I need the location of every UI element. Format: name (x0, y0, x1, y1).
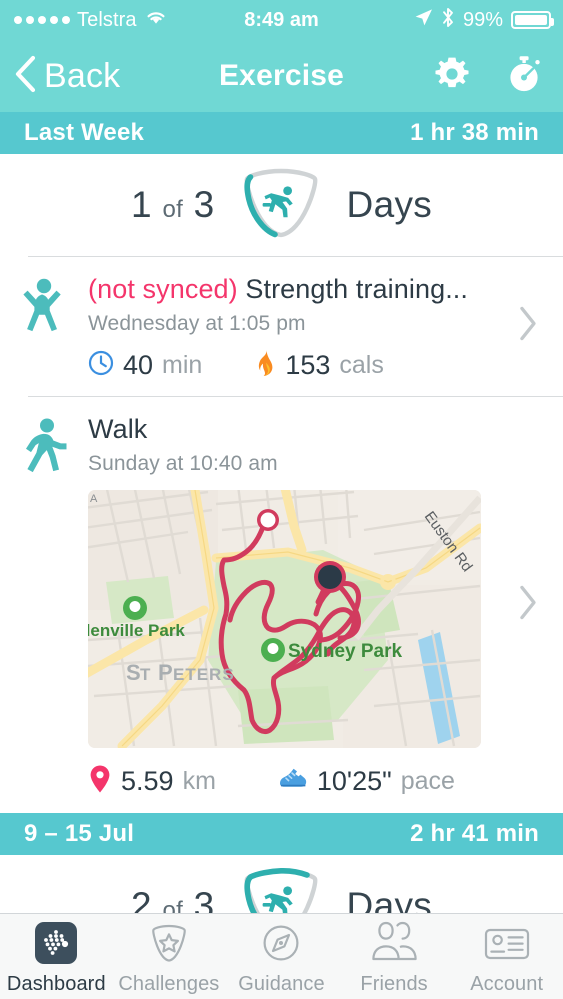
tab-bar: Dashboard Challenges Guidance Friends Ac… (0, 913, 563, 999)
not-synced-badge: (not synced) (88, 274, 238, 304)
exercise-entry-strength[interactable]: (not synced) Strength training... Wednes… (0, 257, 563, 396)
svg-text:T: T (140, 665, 151, 684)
location-arrow-icon (414, 8, 433, 33)
id-card-icon (482, 918, 532, 968)
entry-title: Walk (88, 413, 148, 444)
week-label: 9 – 15 Jul (24, 819, 135, 847)
strength-person-icon (0, 273, 88, 382)
shield-star-icon (147, 918, 191, 968)
svg-text:ETERS: ETERS (173, 665, 235, 684)
tab-label: Dashboard (6, 972, 106, 995)
bluetooth-icon (441, 7, 455, 34)
tab-friends[interactable]: Friends (338, 918, 451, 996)
stopwatch-icon[interactable] (503, 53, 545, 100)
tab-guidance[interactable]: Guidance (225, 918, 338, 996)
week-label: Last Week (24, 119, 145, 146)
chevron-right-icon[interactable] (517, 583, 539, 626)
stat-pace: 10'25" pace (278, 766, 455, 797)
chevron-right-icon[interactable] (517, 305, 539, 348)
svg-text:denville Park: denville Park (88, 621, 185, 640)
exercise-screen: Telstra 8:49 am 99% Back Exercise Last W… (0, 0, 563, 999)
tab-label: Challenges (118, 972, 220, 995)
stat-calories-value: 153 (285, 349, 331, 380)
tab-challenges[interactable]: Challenges (113, 918, 226, 996)
week-duration: 2 hr 41 min (410, 819, 539, 847)
compass-icon (259, 918, 303, 968)
battery-percent-label: 99% (462, 8, 503, 31)
entry-datetime: Sunday at 10:40 am (88, 451, 278, 475)
status-bar: Telstra 8:49 am 99% (0, 0, 563, 40)
entry-datetime: Wednesday at 1:05 pm (88, 311, 306, 335)
entry-title: (not synced) Strength training... (88, 273, 507, 306)
stat-duration: 40 min (88, 350, 202, 381)
battery-icon (511, 11, 554, 29)
week-header: Last Week 1 hr 38 min (0, 112, 563, 154)
entry-stats: 5.59 km 10'25" pace (88, 764, 507, 799)
entry-stats: 40 min 153 cals (88, 349, 507, 382)
svg-text:P: P (158, 660, 174, 685)
route-map[interactable]: denville Park Sydney Park S T P ETERS Eu… (88, 489, 481, 748)
stat-calories: 153 cals (254, 349, 384, 382)
stat-pace-value: 10'25" (316, 765, 392, 796)
clock-icon (88, 350, 114, 381)
week-duration: 1 hr 38 min (410, 119, 539, 146)
goal-of-label: of (162, 196, 184, 223)
running-shield-badge-icon (241, 166, 321, 245)
walking-person-icon (0, 413, 88, 799)
flame-icon (254, 349, 276, 382)
goal-count: 1 of 3 (130, 184, 215, 225)
shoe-icon (278, 767, 308, 796)
stat-duration-value: 40 (123, 349, 154, 380)
map-pin-icon (88, 764, 112, 799)
friends-icon (369, 918, 419, 968)
dashboard-dots-icon (34, 918, 78, 968)
svg-text:Sydney Park: Sydney Park (288, 641, 402, 662)
week-goal-row: 1 of 3 Days (0, 154, 563, 256)
nav-actions (431, 53, 545, 100)
stat-distance: 5.59 km (88, 764, 216, 799)
tab-label: Guidance (238, 972, 325, 995)
stat-calories-unit: cals (339, 350, 384, 379)
stat-duration-unit: min (162, 350, 203, 379)
entry-title-text: Strength training... (237, 274, 469, 304)
week-header: 9 – 15 Jul 2 hr 41 min (0, 812, 563, 855)
goal-unit-label: Days (346, 184, 433, 225)
status-bar-right: 99% (414, 7, 554, 34)
tab-label: Account (470, 972, 544, 995)
tab-label: Friends (360, 972, 428, 995)
stat-distance-value: 5.59 (121, 765, 174, 796)
gear-icon[interactable] (431, 53, 473, 100)
exercise-entry-walk[interactable]: Walk Sunday at 10:40 am denville Park Sy… (0, 396, 563, 813)
tab-account[interactable]: Account (450, 918, 563, 996)
svg-text:A: A (90, 493, 98, 505)
tab-dashboard[interactable]: Dashboard (0, 918, 113, 996)
stat-distance-unit: km (182, 766, 216, 795)
navigation-bar: Back Exercise (0, 40, 563, 112)
stat-pace-unit: pace (400, 766, 455, 795)
